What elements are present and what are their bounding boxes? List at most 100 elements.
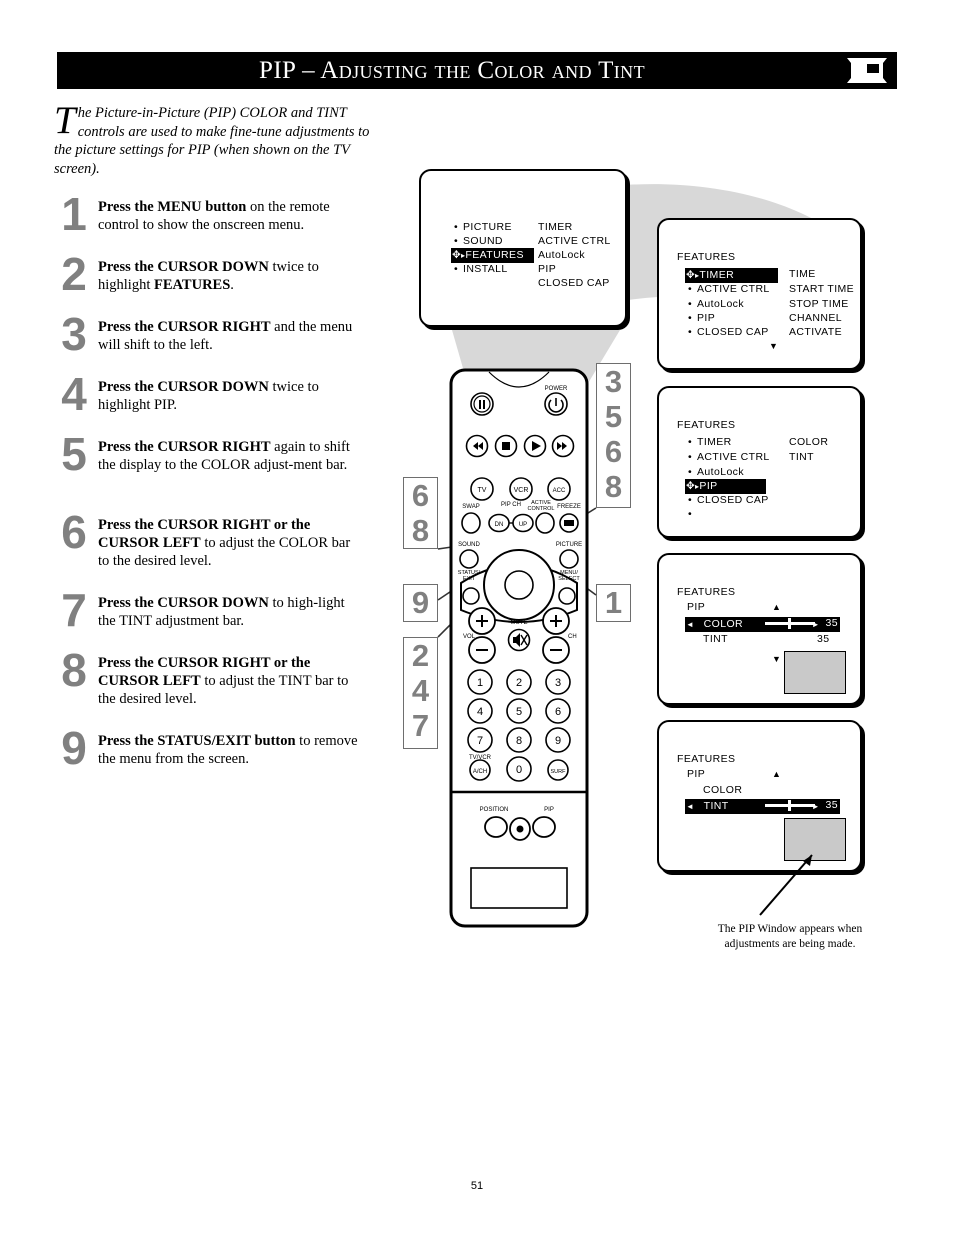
status-exit-label-2: EXIT: [463, 576, 476, 582]
instruction-steps: 1 Press the MENU button on the remote co…: [54, 188, 364, 792]
osd4-row-tint-label: TINT: [703, 633, 728, 645]
bullet-icon: •: [688, 508, 693, 520]
step-7: 7 Press the CURSOR DOWN to high-light th…: [54, 584, 364, 646]
step-2: 2 Press the CURSOR DOWN twice to highlig…: [54, 248, 364, 310]
callout-number: 8: [604, 469, 623, 504]
osd1-left-item-1: • SOUND: [454, 235, 503, 248]
intro-dropcap: T: [54, 99, 76, 142]
osd3-label: TIMER: [697, 436, 732, 448]
callout-left-top: 6 8: [403, 477, 438, 549]
callout-number: 1: [604, 585, 623, 620]
step-1: 1 Press the MENU button on the remote co…: [54, 188, 364, 250]
step-number: 9: [61, 722, 87, 774]
svg-text:1: 1: [477, 677, 483, 689]
power-label: POWER: [545, 386, 568, 392]
picture-label: PICTURE: [556, 542, 582, 548]
remote-control-diagram: POWER TV VCR ACC SWAP PIP CH ACTIVE CONT…: [449, 368, 589, 928]
osd5-row-label: TINT: [703, 800, 729, 812]
slider-knob[interactable]: [788, 800, 791, 811]
osd5-subtitle: PIP: [687, 768, 706, 780]
osd2-right-item-4: ACTIVATE: [789, 326, 842, 338]
step-number: 3: [61, 308, 87, 360]
pip-ch-dn-label: DN: [495, 522, 504, 528]
svg-text:5: 5: [516, 706, 522, 718]
page-number: 51: [470, 1180, 484, 1192]
step-bold: Press the CURSOR DOWN: [98, 595, 269, 611]
scroll-down-icon: ▼: [769, 341, 778, 351]
osd1-left-item-2-highlighted: ✥▸FEATURES: [451, 248, 534, 263]
osd4-row-color-highlighted: ◄ COLOR ► 35: [685, 617, 840, 632]
step-text: Press the STATUS/EXIT button to remove t…: [98, 732, 364, 768]
scroll-up-icon: ▲: [772, 769, 781, 779]
svg-text:SURF: SURF: [551, 769, 567, 775]
osd5-title: FEATURES: [677, 753, 736, 765]
step-number: 4: [61, 368, 87, 420]
pip-window-preview: [784, 818, 846, 861]
osd1-left-item-3: • INSTALL: [454, 263, 508, 276]
callout-left-mid: 9: [403, 584, 438, 622]
step-bold: Press the CURSOR RIGHT: [98, 439, 271, 455]
osd2-left-item-0-highlighted: ✥▸TIMER: [685, 268, 778, 283]
scroll-up-icon: ▲: [772, 602, 781, 612]
callout-number: 3: [604, 364, 623, 399]
bullet-icon: •: [454, 263, 459, 275]
osd1-left-item-0: • PICTURE: [454, 221, 512, 234]
osd3-label: CLOSED CAP: [697, 494, 769, 506]
callout-left-bottom: 2 4 7: [403, 637, 438, 749]
svg-text:2: 2: [516, 677, 522, 689]
callout-number: 9: [411, 585, 430, 620]
svg-text:6: 6: [555, 706, 561, 718]
bullet-icon: •: [688, 326, 693, 338]
bullet-icon: •: [454, 221, 459, 233]
osd1-label: FEATURES: [465, 249, 524, 261]
swap-button: [461, 512, 481, 534]
intro-text: he Picture-in-Picture (PIP) COLOR and TI…: [54, 105, 370, 177]
tv-label: TV: [478, 487, 487, 494]
bullet-icon: •: [688, 283, 693, 295]
step-text: Press the CURSOR RIGHT and the menu will…: [98, 318, 364, 354]
svg-text:A/CH: A/CH: [473, 769, 487, 775]
left-arrow-icon: ◄: [686, 802, 695, 811]
picture-button: [559, 549, 579, 569]
scroll-down-icon: ▼: [772, 654, 781, 664]
osd4-row-value: 35: [825, 617, 838, 629]
step-number: 1: [61, 188, 87, 240]
svg-text:9: 9: [555, 735, 561, 747]
callout-number: 6: [604, 434, 623, 469]
step-bold: Press the CURSOR DOWN: [98, 259, 269, 275]
sound-button: [459, 549, 479, 569]
page-title: PIP – Adjusting the Color and Tint: [259, 57, 645, 84]
freeze-label: FREEZE: [557, 504, 581, 510]
step-bold: Press the STATUS/EXIT button: [98, 733, 296, 749]
osd-menu-features-pip: FEATURES • TIMER • ACTIVE CTRL • AutoLock ✥…: [657, 386, 862, 538]
step-number: 6: [61, 506, 87, 558]
osd2-label: TIMER: [699, 269, 735, 281]
slider-knob[interactable]: [788, 618, 791, 629]
step-text: Press the CURSOR DOWN to high-light the …: [98, 594, 364, 630]
tint-slider[interactable]: [765, 800, 815, 811]
step-number: 2: [61, 248, 87, 300]
color-slider[interactable]: [765, 618, 815, 629]
osd2-label: PIP: [697, 312, 716, 324]
cursor-icon: ✥: [686, 269, 696, 281]
osd-menu-features-timer: FEATURES ✥▸TIMER • ACTIVE CTRL • AutoLock …: [657, 218, 862, 370]
menu-select-button: [558, 587, 576, 605]
position-label: POSITION: [480, 807, 509, 813]
position-button: [484, 816, 508, 838]
svg-text:3: 3: [555, 677, 561, 689]
callout-number: 2: [411, 638, 430, 673]
vol-label: VOL: [463, 634, 476, 640]
callout-right-bottom: 1: [596, 584, 631, 622]
step-4: 4 Press the CURSOR DOWN twice to highlig…: [54, 368, 364, 430]
step-bold: Press the CURSOR RIGHT: [98, 319, 271, 335]
bullet-icon: •: [454, 235, 459, 247]
osd3-right-item-0: COLOR: [789, 436, 829, 448]
bullet-icon: •: [688, 494, 693, 506]
osd1-label: SOUND: [463, 235, 503, 247]
osd3-left-item-2: • AutoLock: [688, 466, 744, 479]
active-control-label-2: CONTROL: [528, 506, 555, 512]
pip-button: [532, 816, 556, 838]
callout-number: 5: [604, 399, 623, 434]
pip-button-label: PIP: [544, 807, 554, 813]
sound-label: SOUND: [458, 542, 480, 548]
